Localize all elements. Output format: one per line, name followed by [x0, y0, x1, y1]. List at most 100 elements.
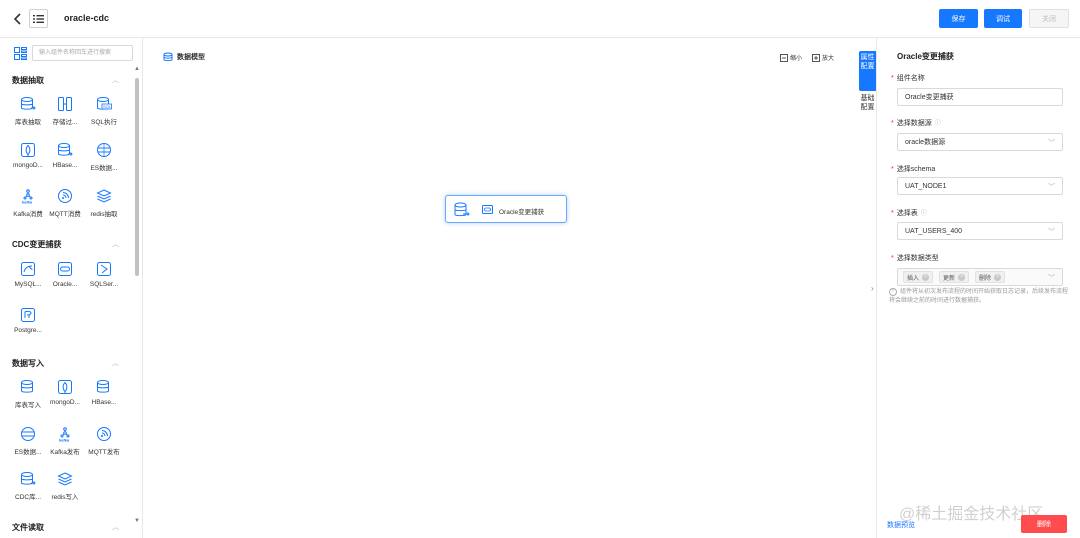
schema-select[interactable]: UAT_NODE1 ﹀	[897, 177, 1063, 195]
zoom-out-button[interactable]: 缩小	[780, 53, 802, 62]
info-icon: !	[889, 288, 897, 296]
info-icon: ⓘ	[934, 121, 941, 127]
redis-icon	[57, 471, 73, 487]
oracle-icon	[57, 261, 73, 277]
postgresql-icon	[20, 307, 36, 323]
component-es-extract[interactable]: ES数据...	[87, 142, 121, 172]
component-table-write[interactable]: 库表写入	[11, 379, 45, 409]
mongodb-icon	[20, 142, 36, 158]
component-label: redis写入	[51, 494, 79, 501]
component-label: 库表写入	[15, 402, 41, 409]
data-preview-link[interactable]: 数据预览	[887, 520, 915, 530]
flow-canvas[interactable]: 数据模型 缩小 放大 Oracle变更捕获	[143, 38, 859, 538]
hbase-icon	[96, 379, 112, 395]
component-hbase-write[interactable]: HBase...	[87, 379, 121, 406]
collapse-cdc-icon[interactable]: ︿	[112, 239, 119, 249]
section-title-cdc: CDC变更捕获	[12, 240, 62, 249]
component-mqtt-publish[interactable]: MQTT发布	[87, 426, 121, 456]
component-sidebar: ▲ ▼ 数据抽取 ︿ 库表抽取 存储过... SQL SQL执行 mongoD.…	[0, 38, 143, 538]
component-label: MQTT发布	[88, 449, 120, 456]
component-sqlserver-cdc[interactable]: SQLSer...	[87, 261, 121, 288]
data-type-label: * 选择数据类型	[891, 255, 939, 262]
svg-text:SQL: SQL	[103, 104, 112, 109]
collapse-panel-icon[interactable]: ›	[871, 284, 874, 293]
table-label: * 选择表 ⓘ	[891, 210, 927, 217]
mongodb-icon	[57, 379, 73, 395]
database-export-icon	[454, 202, 470, 218]
database-icon	[20, 471, 36, 487]
component-name-input[interactable]: Oracle变更捕获	[897, 88, 1063, 106]
component-label: mongoD...	[50, 399, 80, 406]
component-redis-write[interactable]: redis写入	[48, 471, 82, 501]
datasource-select[interactable]: oracle数据源 ﹀	[897, 133, 1063, 151]
section-title-file-read: 文件读取	[12, 523, 44, 532]
info-icon: ⓘ	[920, 211, 927, 217]
elasticsearch-icon	[96, 142, 112, 158]
tab-basic[interactable]: 基础配置	[859, 92, 876, 132]
flow-node-oracle-cdc[interactable]: Oracle变更捕获	[445, 195, 567, 223]
delete-button[interactable]: 删除	[1021, 515, 1067, 533]
component-label: SQL执行	[90, 119, 117, 126]
canvas-title-text: 数据模型	[177, 54, 205, 61]
scroll-down-icon[interactable]: ▼	[134, 518, 140, 524]
component-mysql-cdc[interactable]: MySQL...	[11, 261, 45, 288]
mqtt-icon	[57, 188, 73, 204]
elasticsearch-icon	[20, 426, 36, 442]
component-label: MySQL...	[14, 281, 42, 288]
chevron-down-icon: ﹀	[1048, 275, 1055, 282]
collapse-extract-icon[interactable]: ︿	[112, 75, 119, 85]
top-bar: oracle-cdc 保存 调试 关闭	[0, 0, 1080, 38]
component-cdc-write[interactable]: CDC库...	[11, 471, 45, 501]
component-label: Kafka消费	[13, 211, 43, 218]
redis-icon	[96, 188, 112, 204]
component-mongodb-extract[interactable]: mongoD...	[11, 142, 45, 169]
back-icon[interactable]	[12, 12, 24, 26]
component-mqtt-consume[interactable]: MQTT消费	[48, 188, 82, 218]
debug-button[interactable]: 调试	[984, 9, 1022, 28]
schema-value: UAT_NODE1	[905, 182, 947, 190]
sidebar-scrollbar-thumb[interactable]	[135, 78, 139, 276]
component-hbase-extract[interactable]: HBase...	[48, 142, 82, 169]
section-title-extract: 数据抽取	[12, 76, 44, 85]
component-label: HBase...	[91, 399, 117, 406]
scroll-up-icon[interactable]: ▲	[134, 66, 140, 72]
schema-label: * 选择schema	[891, 166, 936, 173]
component-table-extract[interactable]: 库表抽取	[11, 96, 45, 126]
collapse-write-icon[interactable]: ︿	[112, 358, 119, 368]
component-kafka-publish[interactable]: kafka Kafka发布	[48, 426, 82, 456]
save-button[interactable]: 保存	[939, 9, 978, 28]
flow-title: oracle-cdc	[64, 13, 110, 23]
remove-tag-icon[interactable]: ×	[958, 273, 966, 281]
zoom-in-button[interactable]: 放大	[812, 53, 834, 62]
component-label: ES数据...	[14, 449, 42, 456]
procedure-icon	[57, 96, 73, 112]
kafka-icon: kafka	[57, 426, 73, 442]
table-select[interactable]: UAT_USERS_400 ﹀	[897, 222, 1063, 240]
menu-button[interactable]	[29, 9, 48, 28]
list-icon	[33, 14, 44, 24]
component-kafka-consume[interactable]: kafka Kafka消费	[11, 188, 45, 218]
close-button[interactable]: 关闭	[1029, 9, 1069, 28]
remove-tag-icon[interactable]: ×	[922, 273, 930, 281]
component-label: CDC库...	[15, 494, 41, 501]
data-type-tag: 删除 ×	[975, 271, 1006, 283]
chevron-down-icon: ﹀	[1048, 140, 1055, 147]
component-label: redis抽取	[90, 211, 118, 218]
remove-tag-icon[interactable]: ×	[994, 273, 1002, 281]
component-mongodb-write[interactable]: mongoD...	[48, 379, 82, 406]
component-stored-procedure[interactable]: 存储过...	[48, 96, 82, 126]
sql-icon: SQL	[96, 96, 112, 112]
svg-text:kafka: kafka	[22, 200, 33, 205]
tab-properties[interactable]: 属性配置	[859, 51, 876, 91]
component-label: HBase...	[52, 162, 78, 169]
component-redis-extract[interactable]: redis抽取	[87, 188, 121, 218]
component-oracle-cdc[interactable]: Oracle...	[48, 261, 82, 288]
component-grid-icon[interactable]	[14, 47, 27, 60]
data-type-select[interactable]: 插入 × 更新 × 删除 × ﹀	[897, 268, 1063, 286]
collapse-file-read-icon[interactable]: ︿	[112, 522, 119, 532]
svg-text:kafka: kafka	[59, 438, 70, 443]
component-search-input[interactable]	[32, 45, 133, 61]
component-postgres-cdc[interactable]: Postgre...	[11, 307, 45, 334]
component-sql-exec[interactable]: SQL SQL执行	[87, 96, 121, 126]
component-es-write[interactable]: ES数据...	[11, 426, 45, 456]
